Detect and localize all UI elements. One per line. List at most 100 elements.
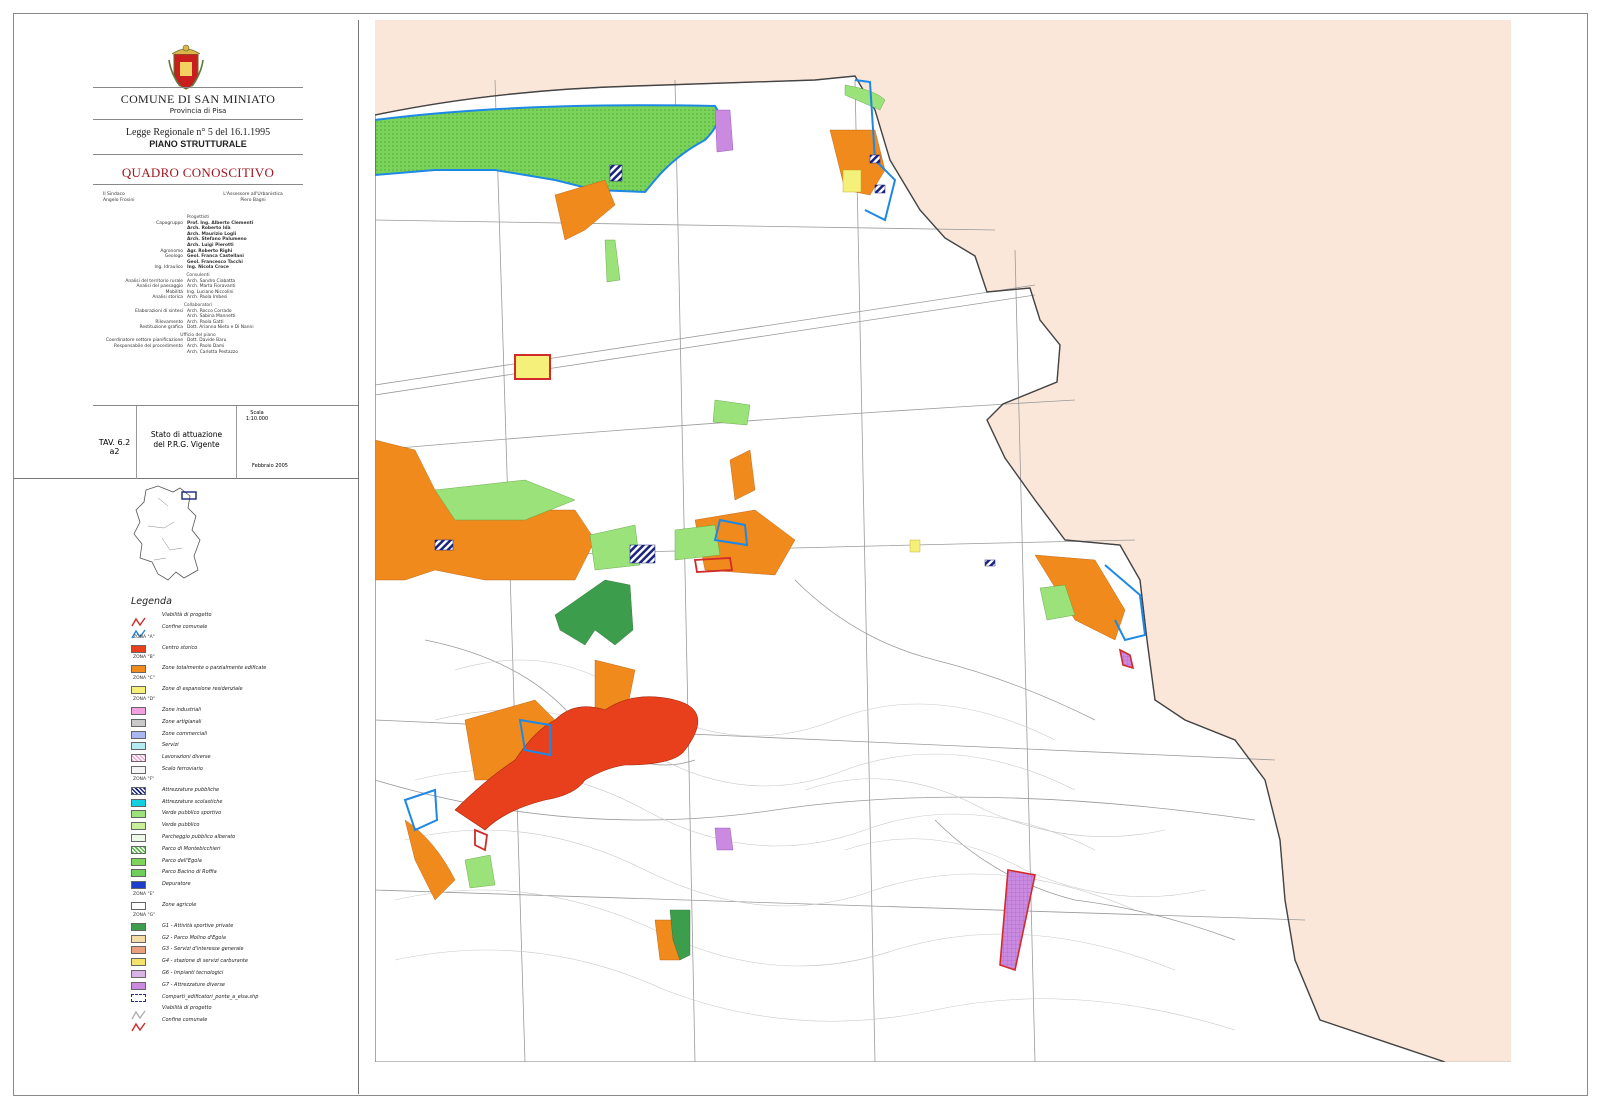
legend-hatch-swatch	[131, 786, 146, 795]
legend-label: Parco dell'Egola	[162, 857, 202, 864]
credits-role: Analisi storica	[152, 295, 183, 301]
legend-zone-heading: ZONA "F"	[133, 776, 155, 782]
legend-label: Viabilità di progetto	[162, 612, 212, 618]
legend-item: Parco dell'Egola	[131, 857, 351, 869]
legend-item: Parco Bacino di Roffia	[131, 868, 351, 880]
credits-role: Restituzione grafica	[139, 325, 183, 331]
legend-item: Confine comunale	[131, 623, 351, 639]
legend-line-swatch	[131, 624, 146, 639]
credits-role: Ing. Idraulico	[154, 265, 183, 271]
legend-label: Verde pubblico sportivo	[162, 810, 222, 817]
legend-item: G7 - Attrezzature diverse	[131, 981, 351, 993]
tav-desc-line2: del P.R.G. Vigente	[153, 440, 220, 449]
sindaco-signature: Il Sindaco Angelo Frosini	[103, 192, 163, 204]
legend-zone-heading: ZONA "E"	[133, 891, 155, 897]
legend-color-swatch	[131, 822, 146, 831]
tav-date: Febbraio 2005	[252, 463, 288, 469]
credits-name: Arch. Paola Imbesi	[187, 295, 228, 301]
legend-color-swatch	[131, 810, 146, 819]
legend-label: Zone di espansione residenziale	[162, 686, 243, 693]
quadro-conoscitivo: QUADRO CONOSCITIVO	[121, 165, 275, 180]
legend-title: Legenda	[131, 596, 172, 607]
legge-regionale: Legge Regionale n° 5 del 16.1.1995	[125, 127, 271, 138]
legend-color-swatch	[131, 857, 146, 866]
credits-row: Arch. Carlotta Pestazzo	[83, 350, 313, 356]
legend-label: G1 - Attività sportive private	[162, 922, 234, 929]
legend-color-swatch	[131, 665, 146, 674]
rule	[93, 119, 303, 120]
legend-label: Zone commerciali	[162, 730, 207, 737]
legend-block: Legenda Viabilità di progetto Confine com…	[13, 478, 358, 1094]
legend-label: Scalo ferroviario	[162, 765, 203, 772]
legend-list: Viabilità di progetto Confine comunale ZON…	[131, 611, 351, 1032]
legend-color-swatch	[131, 730, 146, 739]
legend-item: Attrezzature pubbliche	[131, 786, 351, 798]
rule	[93, 87, 303, 88]
legend-color-swatch	[131, 869, 146, 878]
title-block: COMUNE DI SAN MINIATO Provincia di Pisa …	[13, 20, 358, 479]
legend-item: Zone artigianali	[131, 718, 351, 730]
tav-description: Stato di attuazione del P.R.G. Vigente	[137, 406, 237, 479]
sindaco-name: Angelo Frosini	[103, 198, 135, 203]
legend-item: Parcheggio pubblico alberato	[131, 833, 351, 845]
assessore-signature: L'Assessore all'Urbanistica Piero Bagni	[203, 192, 303, 204]
legend-item: Lavorazioni diverse	[131, 753, 351, 765]
legend-item: Zone industriali	[131, 706, 351, 718]
legend-item: Viabilità di progetto	[131, 1004, 351, 1020]
legend-item: G2 - Parco Molino d'Egola	[131, 934, 351, 946]
legend-color-swatch	[131, 946, 146, 955]
legend-hatch-swatch	[131, 754, 146, 763]
legend-label: Confine comunale	[162, 1017, 208, 1024]
legend-label: Zone totalmente o parzialmente edificate	[162, 665, 267, 672]
legend-color-swatch	[131, 969, 146, 978]
provincia-subtitle: Provincia di Pisa	[169, 107, 227, 115]
coat-of-arms-icon	[168, 44, 204, 90]
legend-line-swatch	[131, 1017, 146, 1032]
legend-item: G6 - Impianti tecnologici	[131, 969, 351, 981]
legend-item: Zone agricole	[131, 901, 351, 913]
legend-line-swatch	[131, 612, 146, 627]
inset-locator-map	[133, 485, 201, 581]
legend-label: Depuratore	[162, 881, 191, 888]
legend-label: Attrezzature pubbliche	[162, 786, 220, 793]
credits-row: Ing. Idraulico Ing. Nicola Croce	[83, 265, 313, 271]
legend-label: Confine comunale	[162, 623, 208, 630]
legend-item: Verde pubblico sportivo	[131, 809, 351, 821]
credits-row: Restituzione grafica Dott. Arianna Nieto …	[83, 325, 313, 331]
legend-label: Zone agricole	[162, 901, 197, 908]
legend-label: Parcheggio pubblico alberato	[162, 833, 236, 840]
legend-color-swatch	[131, 881, 146, 890]
legend-color-swatch	[131, 706, 146, 715]
credits-name: Ing. Nicola Croce	[187, 265, 229, 271]
legend-color-swatch	[131, 686, 146, 695]
legend-label: G4 - stazione di servizi carburante	[162, 958, 248, 965]
legend-item: Centro storico	[131, 644, 351, 656]
credits-row: Analisi storica Arch. Paola Imbesi	[83, 295, 313, 301]
legend-item: Servizi	[131, 741, 351, 753]
legend-label: G6 - Impianti tecnologici	[162, 969, 224, 976]
legend-label: Zone industriali	[162, 706, 202, 713]
legend-color-swatch	[131, 934, 146, 943]
rule	[93, 154, 303, 155]
credits-name: Dott. Arianna Nieto e Di Nanni	[187, 325, 254, 331]
legend-item: Attrezzature scolastiche	[131, 798, 351, 810]
legend-zone-heading: ZONA "C"	[133, 676, 155, 682]
title-sidebar: COMUNE DI SAN MINIATO Provincia di Pisa …	[13, 20, 359, 1094]
legend-item: Zone commerciali	[131, 730, 351, 742]
legend-label: Centro storico	[162, 644, 198, 651]
legend-item: Zone totalmente o parzialmente edificate	[131, 664, 351, 676]
legend-label: Verde pubblico	[162, 822, 200, 829]
assessore-name: Piero Bagni	[240, 198, 266, 203]
legend-label: Servizi	[162, 742, 179, 749]
legend-item: Scalo ferroviario	[131, 765, 351, 777]
rule	[93, 184, 303, 185]
legend-color-swatch	[131, 833, 146, 842]
legend-item: G1 - Attività sportive private	[131, 922, 351, 934]
piano-strutturale: PIANO STRUTTURALE	[149, 139, 247, 149]
credits-name: Arch. Carlotta Pestazzo	[187, 349, 238, 355]
legend-zone-heading: ZONA "G"	[133, 912, 156, 918]
legend-color-swatch	[131, 901, 146, 910]
legend-color-swatch	[131, 644, 146, 653]
legend-label: Attrezzature scolastiche	[162, 798, 223, 805]
legend-color-swatch	[131, 981, 146, 990]
